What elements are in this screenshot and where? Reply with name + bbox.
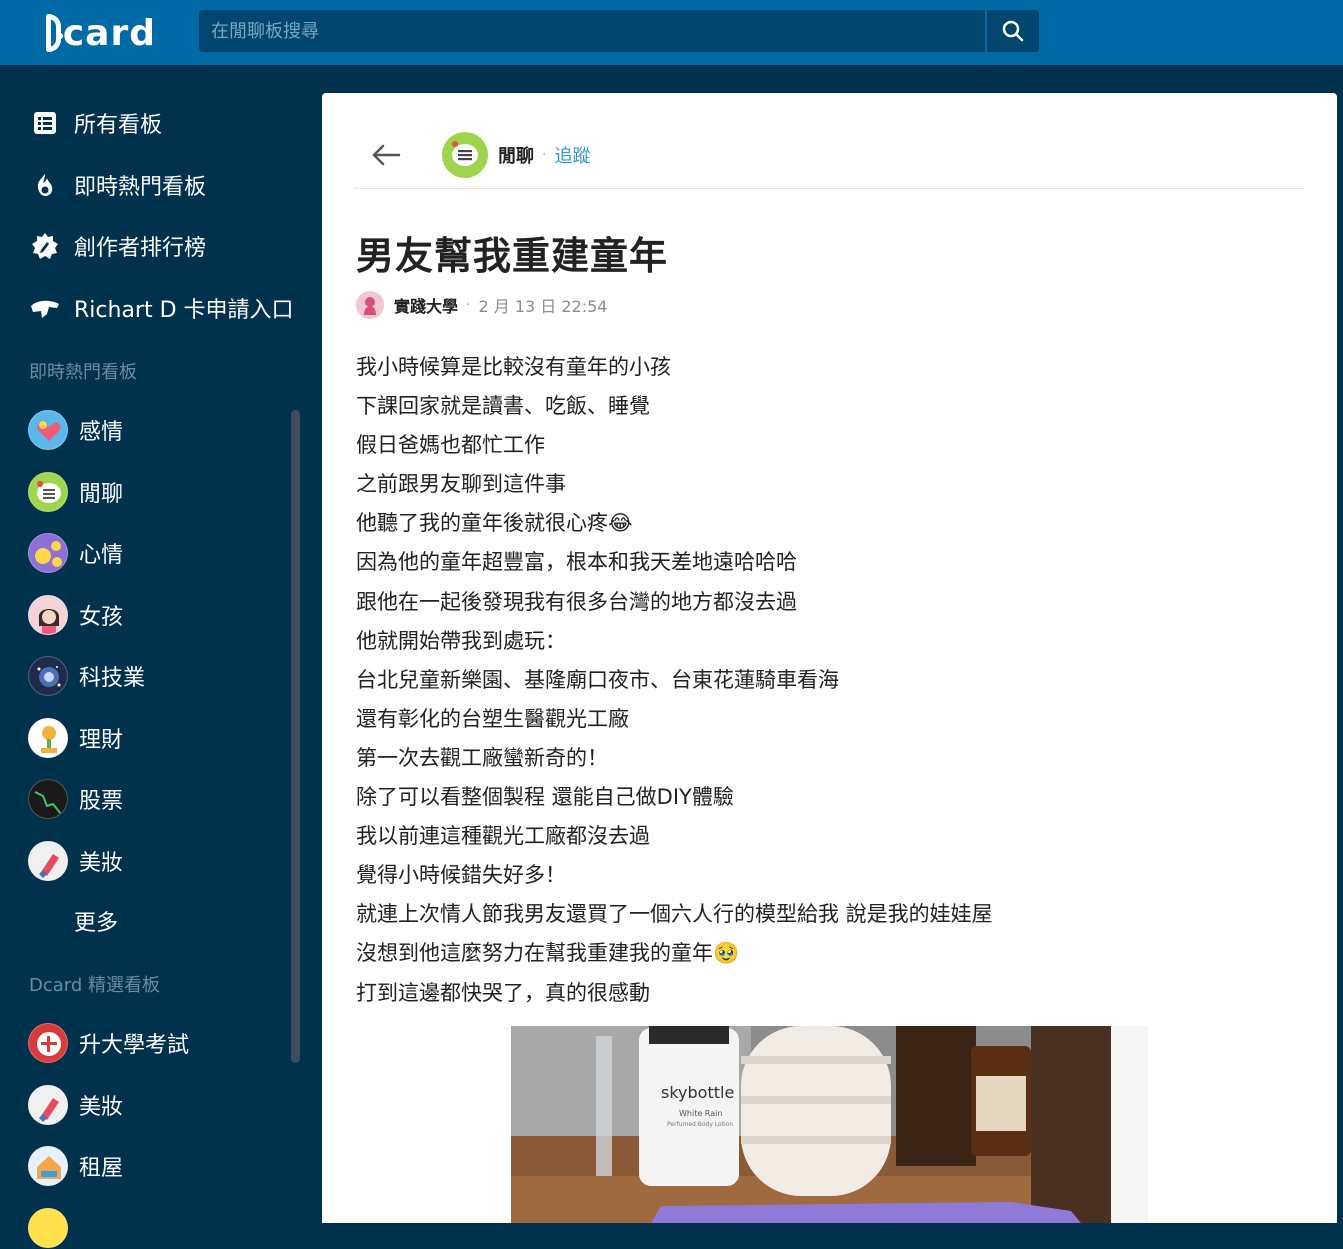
follow-button[interactable]: 追蹤 (554, 142, 590, 168)
sidebar-item-all-boards[interactable]: 所有看板 (28, 103, 162, 143)
content-line: 他就開始帶我到處玩： (356, 628, 566, 653)
chat-bubble-icon (452, 140, 478, 166)
sidebar: 所有看板 即時熱門看板 創作者排行榜 Richart D 卡申請入口 即時熱門看… (0, 65, 322, 1248)
content-line: 就連上次情人節我男友還買了一個六人行的模型給我 說是我的娃娃屋 (356, 902, 993, 927)
search-icon (1002, 20, 1024, 42)
lipstick-icon (28, 841, 68, 881)
arrow-left-icon (372, 144, 401, 165)
sidebar-item-richart[interactable]: Richart D 卡申請入口 (28, 288, 294, 328)
content-line: 我以前連這種觀光工廠都沒去過 (356, 824, 650, 849)
back-button[interactable] (368, 137, 404, 173)
sidebar-item-label: 即時熱門看板 (74, 175, 207, 200)
bottle-line2-text: Perfumed Body Lotion (667, 1121, 733, 1128)
dcard-logo[interactable]: card (46, 10, 156, 56)
sidebar-board-makeup-featured[interactable]: 美妝 (28, 1084, 123, 1126)
post-title: 男友幫我重建童年 (356, 234, 669, 278)
board-avatar-icon (28, 1208, 68, 1248)
board-label: 升大學考試 (79, 1033, 190, 1058)
fire-icon (28, 168, 62, 202)
sidebar-board-stock[interactable]: 股票 (28, 778, 123, 820)
board-label: 美妝 (79, 1095, 124, 1120)
content-line: 假日爸媽也都忙工作 (356, 433, 545, 458)
search-bar (199, 10, 1039, 52)
search-button[interactable] (985, 10, 1039, 52)
content-line: 打到這邊都快哭了，真的很感動 (356, 980, 650, 1005)
sidebar-board-makeup[interactable]: 美妝 (28, 840, 123, 882)
sidebar-board-finance[interactable]: 理財 (28, 717, 123, 759)
forum-avatar[interactable] (442, 131, 488, 178)
sidebar-board-girl[interactable]: 女孩 (28, 594, 123, 636)
content-line: 下課回家就是讀書、吃飯、睡覺 (356, 394, 650, 419)
list-icon (28, 106, 62, 140)
sidebar-board-mood[interactable]: 心情 (28, 532, 123, 574)
content-line: 第一次去觀工廠蠻新奇的！ (356, 745, 608, 770)
girl-icon (28, 595, 68, 635)
post-content: 我小時候算是比較沒有童年的小孩 下課回家就是讀書、吃飯、睡覺 假日爸媽也都忙工作… (356, 348, 1276, 1013)
content-line: 我小時候算是比較沒有童年的小孩 (356, 355, 671, 379)
section-title-hot: 即時熱門看板 (29, 362, 137, 383)
post-header: 閒聊 · 追蹤 (354, 121, 1304, 189)
post-meta: 實踐大學 · 2 月 13 日 22:54 (356, 291, 607, 319)
sidebar-item-label: 所有看板 (74, 113, 163, 138)
content-line: 因為他的童年超豐富，根本和我天差地遠哈哈哈 (356, 550, 797, 575)
stock-chart-icon (28, 779, 68, 819)
bottle-line1-text: White Rain (679, 1109, 722, 1118)
separator-dot: · (542, 146, 547, 163)
post-image[interactable]: skybottle White Rain Perfumed Body Lotio… (511, 1026, 1148, 1223)
bottle-brand-text: skybottle (661, 1083, 734, 1102)
sidebar-scrollbar[interactable] (291, 410, 300, 1063)
sidebar-item-label: 創作者排行榜 (74, 236, 207, 261)
board-label: 科技業 (79, 666, 146, 691)
sidebar-board-exam[interactable]: 升大學考試 (28, 1022, 189, 1064)
chat-bubble-icon (28, 472, 68, 512)
sidebar-item-label: Richart D 卡申請入口 (74, 298, 294, 323)
pen-icon (28, 229, 62, 263)
board-label: 感情 (79, 420, 124, 445)
board-label: 心情 (79, 543, 124, 568)
tech-sparkle-icon (28, 656, 68, 696)
author-school: 實踐大學 (394, 297, 459, 316)
sidebar-board-relationship[interactable]: 感情 (28, 409, 123, 451)
sidebar-board-talk[interactable]: 閒聊 (28, 471, 123, 513)
forum-name-link[interactable]: 閒聊 (498, 142, 534, 168)
board-label: 理財 (79, 728, 124, 753)
sidebar-board-rent[interactable]: 租屋 (28, 1145, 123, 1187)
board-label: 股票 (79, 789, 124, 814)
board-avatar-icon (28, 410, 68, 450)
post-photo-illustration: skybottle White Rain Perfumed Body Lotio… (511, 1026, 1148, 1223)
post-time: 2 月 13 日 22:54 (478, 297, 608, 316)
exam-icon (28, 1023, 68, 1063)
house-icon (28, 1146, 68, 1186)
user-avatar-icon (356, 291, 384, 319)
sidebar-item-creator-ranking[interactable]: 創作者排行榜 (28, 226, 206, 266)
emoji-faces-icon (28, 533, 68, 573)
content-line: 他聽了我的童年後就很心疼😂 (356, 511, 633, 536)
money-plant-icon (28, 718, 68, 758)
sidebar-board-tech[interactable]: 科技業 (28, 655, 145, 697)
search-input[interactable] (199, 10, 985, 52)
sidebar-item-hot-boards[interactable]: 即時熱門看板 (28, 165, 206, 205)
dcard-d-icon (46, 14, 63, 52)
board-label: 租屋 (79, 1156, 124, 1181)
separator-dot: · (466, 297, 471, 313)
post-panel: 閒聊 · 追蹤 男友幫我重建童年 實踐大學 · 2 月 13 日 22:54 我… (322, 93, 1337, 1223)
content-line: 跟他在一起後發現我有很多台灣的地方都沒去過 (356, 589, 797, 614)
content-line: 覺得小時候錯失好多！ (356, 863, 566, 888)
sidebar-board-partial[interactable] (28, 1207, 79, 1249)
logo-text: card (62, 12, 156, 54)
content-line: 除了可以看整個製程 還能自己做DIY體驗 (356, 785, 734, 810)
content-line: 還有彰化的台塑生醫觀光工廠 (356, 706, 629, 731)
lipstick-icon (28, 1085, 68, 1125)
content-line: 之前跟男友聊到這件事 (356, 472, 566, 497)
more-label: 更多 (74, 911, 119, 936)
board-label: 女孩 (79, 605, 124, 630)
board-label: 美妝 (79, 851, 124, 876)
section-title-featured: Dcard 精選看板 (29, 975, 161, 996)
content-line: 沒想到他這麼努力在幫我重建我的童年🥹 (356, 941, 740, 966)
content-line: 台北兒童新樂園、基隆廟口夜市、台東花蓮騎車看海 (356, 667, 839, 692)
board-label: 閒聊 (79, 482, 124, 507)
card-icon (28, 291, 62, 325)
sidebar-more-link[interactable]: 更多 (74, 901, 118, 941)
top-bar: card (0, 0, 1343, 65)
